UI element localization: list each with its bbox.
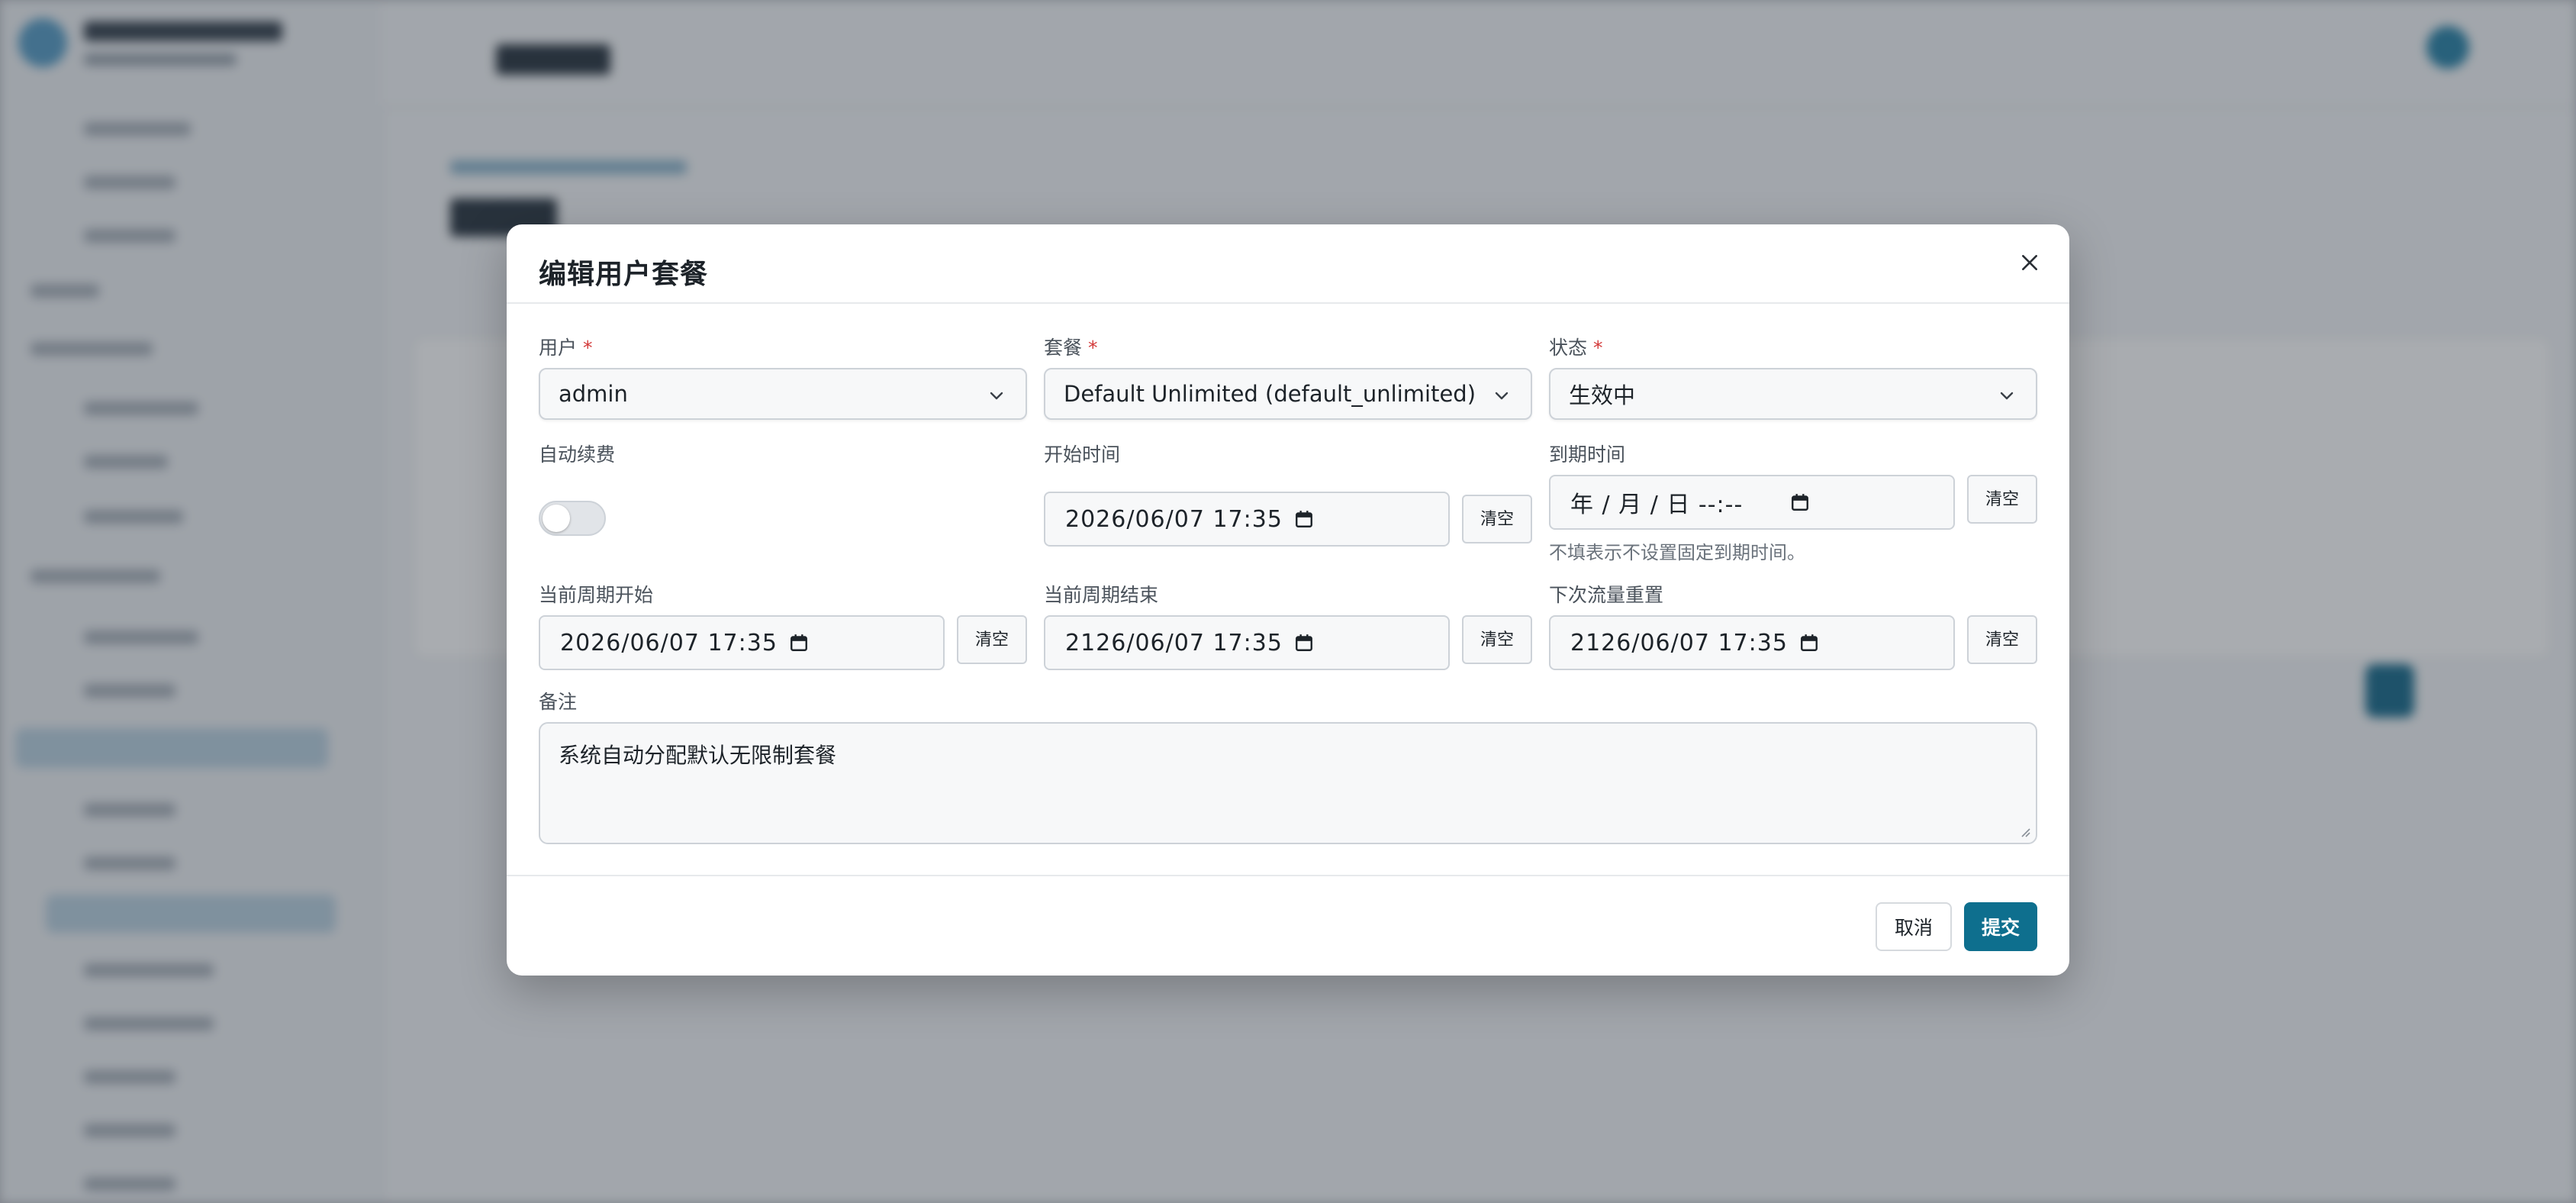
user-label: 用户 * (539, 337, 593, 359)
user-select-value: admin (559, 381, 628, 407)
next-reset-input[interactable]: 2126/06/07 17:35 (1549, 615, 1955, 670)
expire-time-input[interactable]: 年 / 月 / 日 --:-- (1549, 475, 1955, 530)
calendar-icon[interactable] (1294, 509, 1314, 529)
period-start-input[interactable]: 2026/06/07 17:35 (539, 615, 945, 670)
status-label: 状态 * (1549, 337, 1603, 359)
dialog-header: 编辑用户套餐 (507, 224, 2069, 304)
expire-time-value: 年 / 月 / 日 --:-- (1570, 492, 1744, 518)
required-mark: * (1088, 337, 1098, 359)
close-button[interactable] (2013, 246, 2046, 279)
status-select-value: 生效中 (1569, 382, 1636, 408)
plan-select[interactable]: Default Unlimited (default_unlimited) (1044, 368, 1532, 420)
chevron-down-icon (990, 392, 1003, 400)
start-time-label: 开始时间 (1044, 443, 1121, 466)
plan-select-value: Default Unlimited (default_unlimited) (1064, 381, 1476, 407)
period-end-label: 当前周期结束 (1044, 584, 1159, 606)
period-end-clear-button[interactable]: 清空 (1462, 615, 1532, 664)
user-select[interactable]: admin (539, 368, 1027, 420)
expire-time-clear-button[interactable]: 清空 (1967, 475, 2037, 524)
expire-time-label: 到期时间 (1549, 443, 1626, 466)
next-reset-value: 2126/06/07 17:35 (1570, 629, 1788, 656)
cancel-button[interactable]: 取消 (1876, 902, 1952, 951)
period-end-input[interactable]: 2126/06/07 17:35 (1044, 615, 1450, 670)
plan-label: 套餐 * (1044, 337, 1098, 359)
dialog-footer: 取消 提交 (507, 875, 2069, 977)
note-textarea[interactable]: 系统自动分配默认无限制套餐 (539, 722, 2037, 844)
edit-user-plan-dialog: 编辑用户套餐 用户 * 套餐 * 状态 * admin Default Unlimit… (507, 224, 2069, 976)
calendar-icon[interactable] (1790, 492, 1810, 512)
period-end-value: 2126/06/07 17:35 (1065, 629, 1283, 656)
dialog-title: 编辑用户套餐 (539, 259, 709, 290)
calendar-icon[interactable] (1799, 633, 1819, 653)
note-label: 备注 (539, 691, 578, 713)
resize-grip-icon[interactable] (2019, 826, 2031, 838)
expire-time-hint: 不填表示不设置固定到期时间。 (1549, 542, 1805, 563)
period-start-clear-button[interactable]: 清空 (957, 615, 1027, 664)
toggle-knob (543, 505, 570, 532)
period-start-label: 当前周期开始 (539, 584, 654, 606)
start-time-input[interactable]: 2026/06/07 17:35 (1044, 492, 1450, 547)
close-icon (2022, 255, 2037, 270)
start-time-clear-button[interactable]: 清空 (1462, 495, 1532, 543)
next-reset-label: 下次流量重置 (1549, 584, 1664, 606)
period-start-value: 2026/06/07 17:35 (560, 629, 778, 656)
next-reset-clear-button[interactable]: 清空 (1967, 615, 2037, 664)
chevron-down-icon (1495, 392, 1509, 400)
calendar-icon[interactable] (1294, 633, 1314, 653)
auto-renew-toggle[interactable] (539, 501, 606, 536)
required-mark: * (1593, 337, 1603, 359)
auto-renew-label: 自动续费 (539, 443, 616, 466)
note-value: 系统自动分配默认无限制套餐 (559, 743, 837, 768)
status-select[interactable]: 生效中 (1549, 368, 2037, 420)
chevron-down-icon (2000, 392, 2014, 400)
required-mark: * (583, 337, 593, 359)
calendar-icon[interactable] (789, 633, 809, 653)
start-time-value: 2026/06/07 17:35 (1065, 505, 1283, 533)
submit-button[interactable]: 提交 (1964, 902, 2037, 951)
